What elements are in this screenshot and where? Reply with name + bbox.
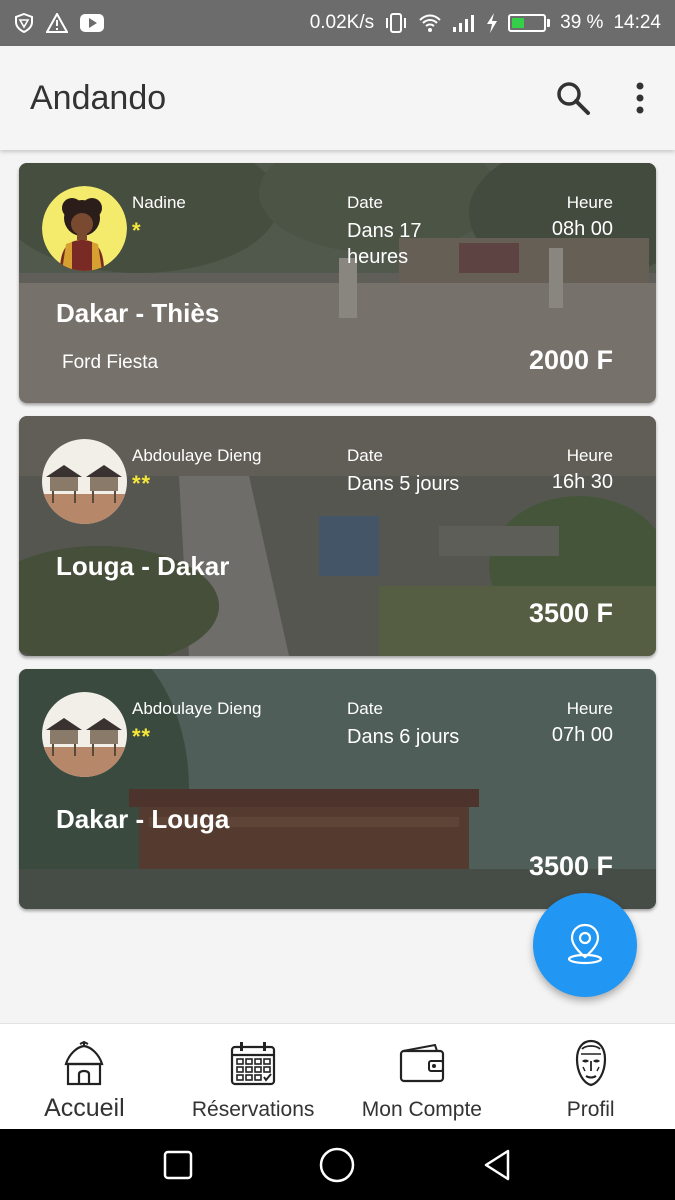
battery-icon [508,14,551,32]
date-label: Date [347,446,383,465]
youtube-icon [80,14,104,32]
date-label: Date [347,699,383,718]
hour-label: Heure [566,446,613,465]
mask-icon [574,1038,608,1088]
bottom-navigation: Accueil Réservations Mon Compte Profil [0,1023,675,1129]
nav-item-mon-compte[interactable]: Mon Compte [338,1024,507,1129]
signal-icon [452,13,476,33]
driver-avatar [42,692,127,777]
vibrate-icon [384,13,408,33]
hour-value: 08h 00 [551,218,613,240]
warning-icon [46,13,68,33]
wallet-icon [399,1038,445,1088]
driver-name: Nadine [132,193,186,212]
trip-price: 3500 F [528,851,613,881]
trip-price: 2000 F [528,345,613,375]
nav-label: Réservations [191,1098,315,1121]
trip-list: Nadine * Date Dans 17 heures Heure 08h 0… [19,163,656,922]
driver-name: Abdoulaye Dieng [132,699,262,718]
charging-icon [486,13,498,33]
nav-item-accueil[interactable]: Accueil [0,1024,169,1129]
map-fab-button[interactable] [533,893,637,997]
driver-avatar [42,186,127,271]
trip-route: Louga - Dakar [56,551,230,581]
nav-item-profil[interactable]: Profil [506,1024,675,1129]
location-pin-icon [561,919,609,972]
hour-value: 16h 30 [551,471,613,493]
search-icon[interactable] [555,80,591,116]
driver-name: Abdoulaye Dieng [132,446,262,465]
battery-percent: 39 % [560,12,604,33]
wifi-icon [418,13,442,33]
clock: 14:24 [613,12,661,33]
trip-route: Dakar - Thiès [56,298,220,328]
nav-label: Profil [566,1098,615,1121]
hour-label: Heure [566,699,613,718]
network-speed: 0.02K/s [309,12,375,33]
recent-apps-icon[interactable] [163,1150,193,1180]
calendar-icon [230,1038,276,1088]
trip-card[interactable]: Abdoulaye Dieng ** Date Dans 6 jours Heu… [19,669,656,909]
shield-icon [14,13,34,33]
more-vert-icon[interactable] [635,81,645,115]
nav-item-reservations[interactable]: Réservations [169,1024,338,1129]
nav-label: Mon Compte [361,1098,482,1121]
date-value: Dans 6 jours [347,726,460,748]
trip-price: 3500 F [528,598,613,628]
trip-route: Dakar - Louga [56,804,230,834]
status-bar: 0.02K/s 39 % 14:24 [0,0,675,46]
home-circle-icon[interactable] [319,1147,355,1183]
app-bar: Andando [0,46,675,150]
nav-label: Accueil [44,1094,125,1122]
battery-fill [512,18,524,28]
date-value: Dans 17 heures [347,220,422,268]
driver-rating: * [132,218,142,243]
date-value: Dans 5 jours [347,473,460,495]
back-triangle-icon[interactable] [482,1149,512,1181]
driver-avatar [42,439,127,524]
driver-rating: ** [132,724,152,749]
hour-label: Heure [566,193,613,212]
date-label: Date [347,193,383,212]
system-navigation-bar [0,1129,675,1200]
app-title: Andando [30,78,167,117]
trip-card[interactable]: Abdoulaye Dieng ** Date Dans 5 jours Heu… [19,416,656,656]
hour-value: 07h 00 [551,724,613,746]
car-model: Ford Fiesta [62,352,159,373]
driver-rating: ** [132,471,152,496]
trip-card[interactable]: Nadine * Date Dans 17 heures Heure 08h 0… [19,163,656,403]
hut-icon [63,1038,105,1088]
